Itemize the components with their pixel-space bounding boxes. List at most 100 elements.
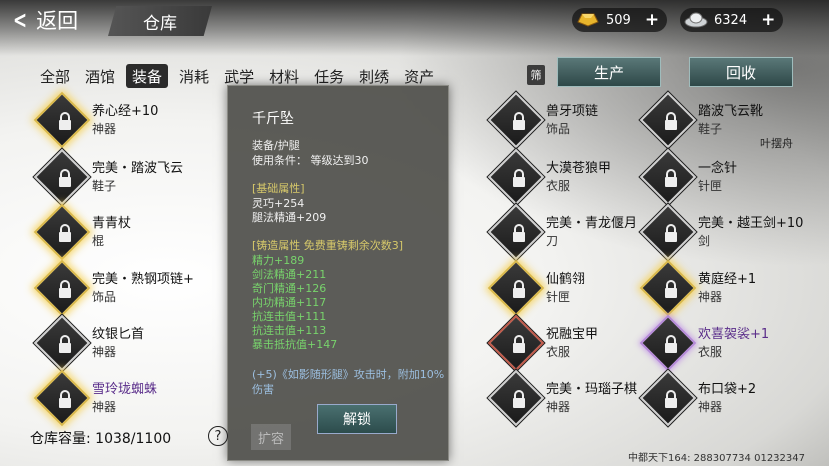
- add-silver-button[interactable]: +: [761, 10, 775, 30]
- inventory-item[interactable]: 纹银匕首 神器: [33, 314, 212, 372]
- gold-amount: 509: [606, 12, 631, 28]
- silver-amount: 6324: [714, 12, 748, 28]
- storage-capacity: 仓库容量: 1038/1100: [30, 431, 172, 447]
- help-icon[interactable]: ?: [208, 426, 228, 446]
- chevron-left-icon: <: [13, 6, 28, 34]
- silver-currency: 6324 +: [680, 6, 784, 32]
- add-gold-button[interactable]: +: [645, 10, 659, 30]
- inventory-item[interactable]: 完美・熟钢项链+ 饰品: [33, 259, 222, 317]
- lock-icon: [662, 222, 680, 244]
- lock-icon: [662, 110, 680, 132]
- item-name: 雪玲珑蜘蛛: [92, 382, 158, 397]
- item-category: 鞋子: [92, 179, 117, 193]
- silver-ingot-icon: [682, 6, 710, 32]
- lock-icon: [510, 222, 528, 244]
- detail-requirement: 使用条件： 等级达到30: [252, 154, 369, 167]
- lock-icon: [510, 333, 528, 355]
- lock-icon: [662, 333, 680, 355]
- inventory-item[interactable]: 青青杖 棍: [33, 203, 212, 261]
- item-name: 完美・踏波飞云: [92, 161, 184, 176]
- inventory-item[interactable]: 欢喜袈裟+1 衣服: [639, 314, 808, 372]
- inventory-item[interactable]: 完美・青龙偃月 刀: [487, 203, 646, 261]
- lock-icon: [510, 388, 528, 410]
- item-category: 衣服: [698, 345, 723, 359]
- set-effect-note: 伤害: [252, 383, 274, 396]
- side-note: 叶摆舟: [760, 137, 793, 150]
- inventory-item[interactable]: 完美・踏波飞云 鞋子: [33, 148, 222, 206]
- item-name: 踏波飞云靴: [698, 104, 764, 119]
- set-effect-note: (+5)《如影随形腿》攻击时，附加10%: [252, 368, 445, 381]
- lock-icon: [56, 222, 74, 244]
- item-category: 剑: [698, 234, 711, 248]
- item-category: 神器: [698, 400, 723, 414]
- item-category: 饰品: [546, 122, 571, 136]
- inventory-item[interactable]: 养心经+10 神器: [33, 91, 212, 149]
- footer-info: 中都天下164: 288307734 01232347: [628, 453, 805, 464]
- lock-icon: [56, 388, 74, 410]
- item-name: 完美・越王剑+10: [698, 216, 804, 231]
- item-name: 完美・青龙偃月: [546, 216, 638, 231]
- lock-icon: [56, 167, 74, 189]
- item-name: 兽牙项链: [546, 104, 599, 119]
- inventory-item[interactable]: 黄庭经+1 神器: [639, 259, 808, 317]
- item-category: 针匣: [546, 290, 571, 304]
- lock-icon: [662, 167, 680, 189]
- tab-equipment[interactable]: 装备: [126, 64, 169, 88]
- lock-icon: [56, 333, 74, 355]
- lock-icon: [510, 278, 528, 300]
- item-name: 养心经+10: [92, 104, 159, 119]
- detail-item-name: 千斤坠: [252, 111, 294, 127]
- item-name: 纹银匕首: [92, 327, 145, 342]
- item-category: 鞋子: [698, 122, 723, 136]
- inventory-item[interactable]: 雪玲珑蜘蛛 神器: [33, 369, 212, 427]
- item-name: 欢喜袈裟+1: [698, 327, 770, 342]
- detail-item-type: 装备/护腿: [252, 139, 300, 152]
- item-name: 布口袋+2: [698, 382, 757, 397]
- tab-consumables[interactable]: 消耗: [175, 64, 213, 88]
- item-category: 神器: [92, 400, 117, 414]
- item-name: 祝融宝甲: [546, 327, 599, 342]
- lock-icon: [510, 167, 528, 189]
- unlock-button[interactable]: 解锁: [317, 404, 397, 434]
- inventory-item[interactable]: 仙鹤翎 针匣: [487, 259, 646, 317]
- item-category: 神器: [698, 290, 723, 304]
- inventory-item[interactable]: 完美・越王剑+10 剑: [639, 203, 818, 261]
- item-name: 黄庭经+1: [698, 272, 757, 287]
- item-category: 神器: [92, 345, 117, 359]
- expand-button[interactable]: 扩容: [251, 424, 291, 450]
- inventory-item[interactable]: 完美・玛瑙子棋 神器: [487, 369, 646, 427]
- tab-all[interactable]: 全部: [36, 64, 74, 88]
- item-name: 完美・玛瑙子棋: [546, 382, 638, 397]
- inventory-item[interactable]: 一念针 针匣: [639, 148, 808, 206]
- tab-tavern[interactable]: 酒馆: [81, 64, 119, 88]
- filter-button[interactable]: 筛: [527, 65, 545, 85]
- back-button[interactable]: < 返回: [0, 0, 92, 40]
- lock-icon: [662, 278, 680, 300]
- item-name: 大漠苍狼甲: [546, 161, 612, 176]
- lock-icon: [662, 388, 680, 410]
- lock-icon: [510, 110, 528, 132]
- lock-icon: [56, 278, 74, 300]
- lock-icon: [56, 110, 74, 132]
- recycle-button[interactable]: 回收: [689, 57, 793, 87]
- back-label: 返回: [36, 9, 79, 33]
- item-name: 一念针: [698, 161, 738, 176]
- gold-currency: 509 +: [572, 6, 668, 32]
- inventory-item[interactable]: 祝融宝甲 衣服: [487, 314, 646, 372]
- base-stat: 腿法精通+209: [252, 211, 327, 224]
- page-title: 仓库: [108, 6, 212, 36]
- inventory-item[interactable]: 兽牙项链 饰品: [487, 91, 646, 149]
- item-category: 刀: [546, 234, 559, 248]
- inventory-item[interactable]: 大漠苍狼甲 衣服: [487, 148, 646, 206]
- item-detail-panel: 千斤坠 装备/护腿 使用条件： 等级达到30 [基础属性] 灵巧+254 腿法精…: [227, 85, 449, 461]
- gold-ingot-icon: [574, 6, 602, 32]
- item-category: 棍: [92, 234, 105, 248]
- produce-button[interactable]: 生产: [557, 57, 661, 87]
- inventory-item[interactable]: 布口袋+2 神器: [639, 369, 808, 427]
- base-attributes-title: [基础属性]: [252, 182, 305, 195]
- item-name: 完美・熟钢项链+: [92, 272, 194, 287]
- item-name: 青青杖: [92, 216, 132, 231]
- forge-attributes-title: [铸造属性 免费重铸剩余次数3]: [252, 239, 404, 252]
- item-category: 神器: [92, 122, 117, 136]
- item-category: 衣服: [546, 345, 571, 359]
